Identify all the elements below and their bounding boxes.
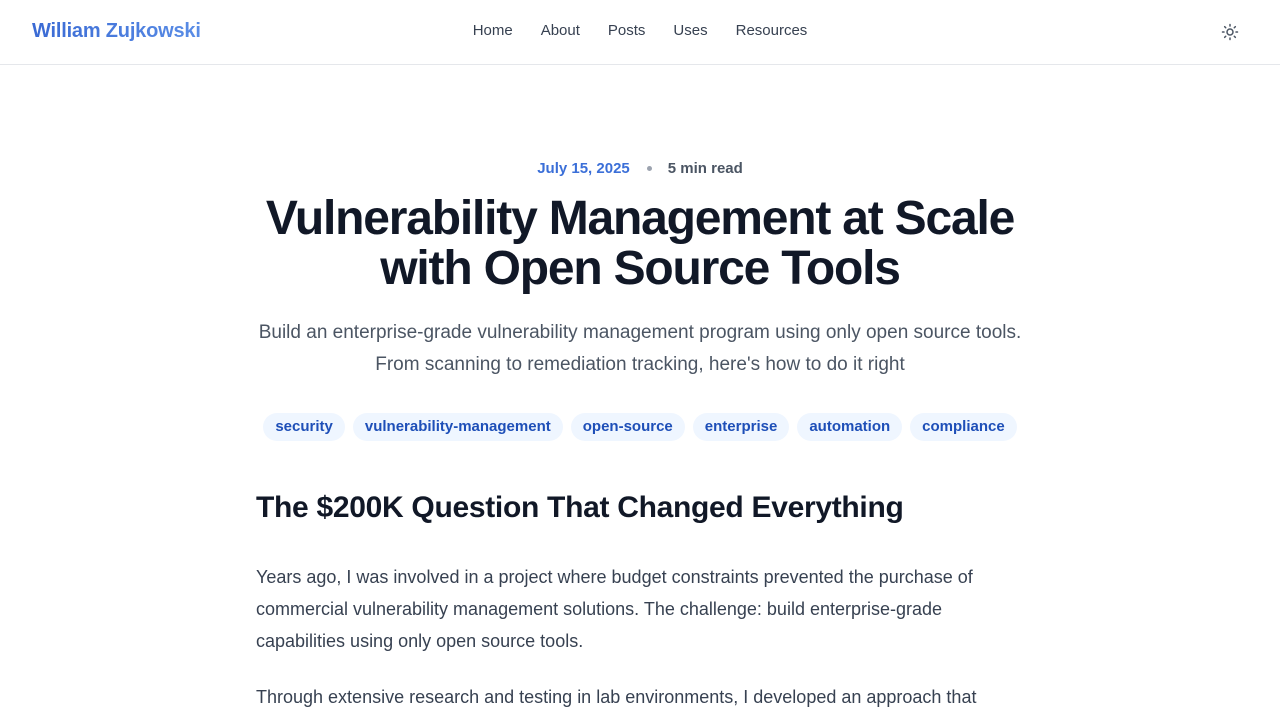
post-description: Build an enterprise-grade vulnerability … [258,322,1022,375]
read-time: 5 min read [667,160,743,177]
site-header: William Zujkowski Home About Posts Uses … [0,0,1280,65]
post-meta: July 15, 2025 5 min read [0,160,1280,177]
nav-home[interactable]: Home [473,22,513,39]
nav-posts[interactable]: Posts [608,22,646,39]
body-paragraph-2: Through extensive research and testing i… [256,687,977,707]
post-title: Vulnerability Management at Scale with O… [265,192,1015,295]
body-paragraph-1: Years ago, I was involved in a project w… [256,567,973,651]
tag-list: security vulnerability-management open-s… [0,413,1280,441]
section-heading: The $200K Question That Changed Everythi… [256,491,904,524]
theme-toggle-button[interactable] [1218,20,1242,44]
main-nav: Home About Posts Uses Resources [0,22,1280,39]
nav-about[interactable]: About [541,22,580,39]
tag-enterprise[interactable]: enterprise [692,413,790,441]
tag-security[interactable]: security [263,413,345,441]
tag-vulnerability-management[interactable]: vulnerability-management [352,413,563,441]
tag-open-source[interactable]: open-source [570,413,685,441]
nav-resources[interactable]: Resources [736,22,808,39]
tag-compliance[interactable]: compliance [910,413,1017,441]
tag-automation[interactable]: automation [797,413,903,441]
meta-separator-dot [646,166,652,171]
nav-uses[interactable]: Uses [673,22,707,39]
post-date: July 15, 2025 [537,160,630,177]
sun-icon [1221,23,1239,41]
